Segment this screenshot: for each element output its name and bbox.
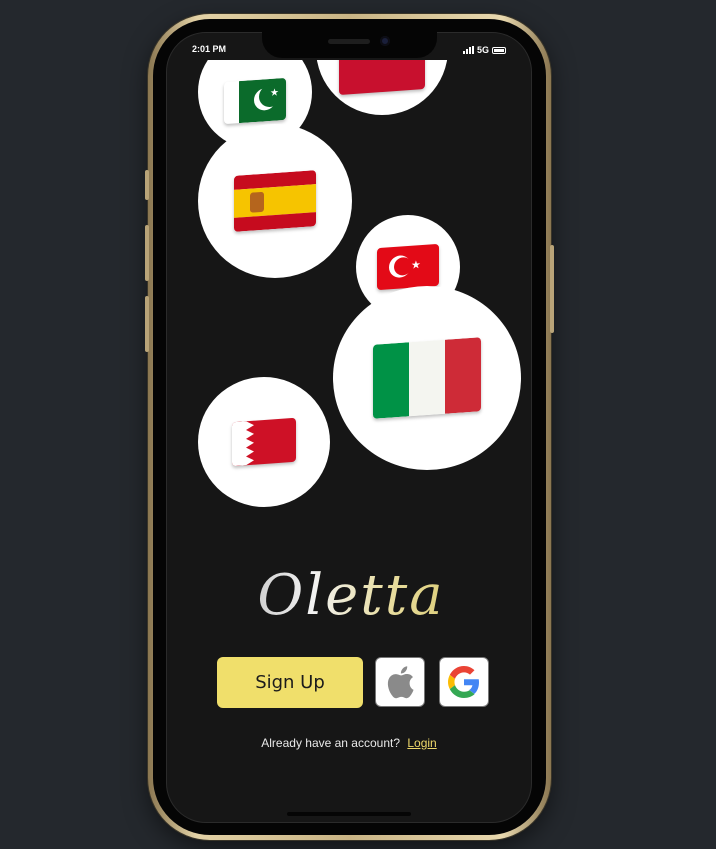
apple-icon xyxy=(387,666,414,699)
flag-bubbles: ★ ★ xyxy=(166,60,532,560)
volume-down-button xyxy=(145,296,149,352)
italy-flag-icon xyxy=(373,337,481,419)
signup-button[interactable]: Sign Up xyxy=(217,657,363,708)
login-prompt-text: Already have an account? xyxy=(261,736,401,750)
network-label: 5G xyxy=(477,45,490,55)
login-prompt: Already have an account? Login xyxy=(166,736,532,750)
power-button xyxy=(550,245,554,333)
pakistan-flag-icon: ★ xyxy=(224,77,286,125)
turkey-flag-icon: ★ xyxy=(377,243,439,291)
flag-bubble-red[interactable] xyxy=(316,60,448,115)
signal-icon xyxy=(463,46,474,54)
app-logo: Oletta xyxy=(226,561,476,631)
spain-flag-icon xyxy=(234,170,316,232)
status-icons: 5G xyxy=(463,45,507,55)
mute-switch xyxy=(145,170,149,200)
home-indicator xyxy=(287,812,411,816)
flag-bubble-bahrain[interactable] xyxy=(198,377,330,507)
battery-icon xyxy=(492,46,507,54)
notch xyxy=(262,30,437,58)
google-icon xyxy=(448,666,479,698)
speaker-grille xyxy=(328,39,370,44)
front-camera xyxy=(380,36,390,46)
google-signin-button[interactable] xyxy=(439,657,489,707)
red-flag-icon xyxy=(339,60,425,96)
apple-signin-button[interactable] xyxy=(375,657,425,707)
volume-up-button xyxy=(145,225,149,281)
bahrain-flag-icon xyxy=(232,417,296,467)
login-link[interactable]: Login xyxy=(407,736,436,750)
status-time: 2:01 PM xyxy=(192,44,227,54)
flag-bubble-spain[interactable] xyxy=(198,124,352,278)
flag-bubble-italy[interactable] xyxy=(333,286,521,470)
